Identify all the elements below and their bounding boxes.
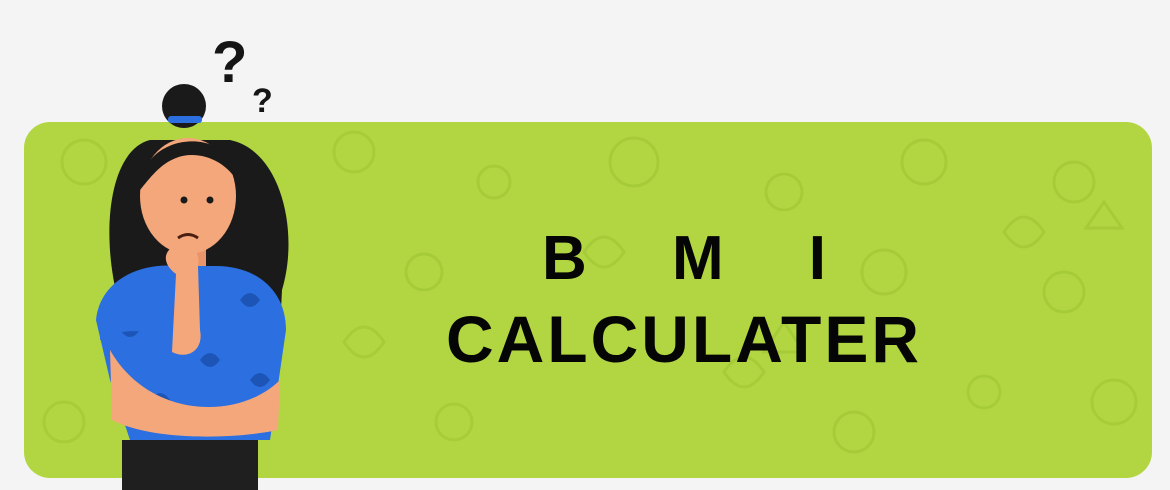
title-line-calculater: CALCULATER [445,302,923,376]
bmi-calculator-banner-page: B M I CALCULATER ? ? [0,0,1170,490]
svg-text:?: ? [212,30,247,95]
svg-text:?: ? [252,82,273,120]
title-line-bmi: B M I [541,224,861,293]
thinking-woman-illustration: ? ? [96,30,289,490]
question-mark-icon: ? ? [212,30,273,120]
